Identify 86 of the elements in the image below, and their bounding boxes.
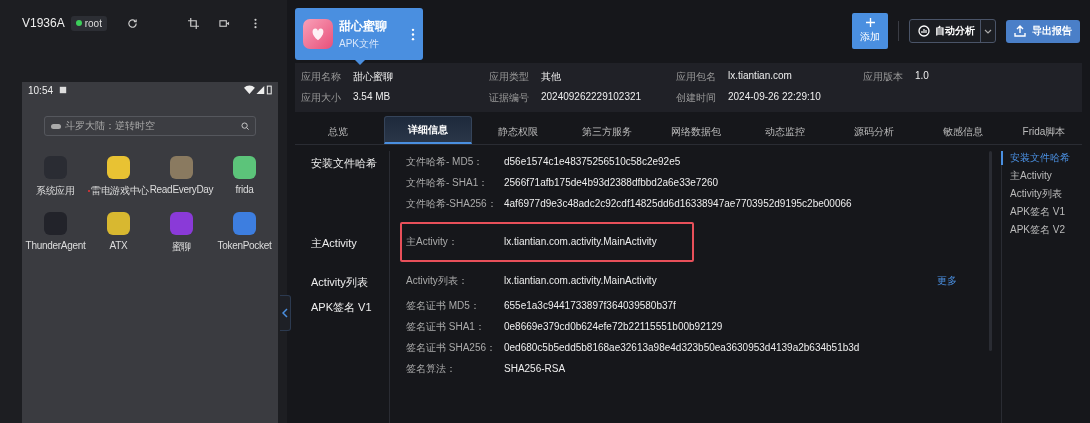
app-type: APK文件 — [339, 36, 380, 51]
app-icon[interactable] — [233, 156, 256, 179]
caret-icon — [984, 28, 992, 34]
app-logo-icon — [303, 19, 333, 49]
upload-icon — [1014, 25, 1026, 37]
app-label: ATX — [109, 240, 128, 251]
app-label: 雷电游戏中心 — [87, 184, 150, 198]
app-name: 甜心蜜聊 — [339, 17, 388, 35]
status-icons-drawing — [244, 85, 272, 95]
row-value: 4af6977d9e3c48adc2c92cdf14825dd6d16338947ae7703952d9195c2be00066 — [504, 198, 852, 210]
tab[interactable]: 源码分析 — [831, 119, 917, 144]
field-value: 3.54 MB — [353, 91, 391, 104]
row-label: 签名证书 SHA1： — [406, 321, 486, 333]
field-label: 应用版本 — [863, 70, 904, 84]
tab[interactable]: 动态监控 — [742, 119, 828, 144]
tab[interactable]: 网络数据包 — [653, 119, 739, 144]
field-value: 其他 — [541, 70, 561, 84]
root-badge: root — [70, 15, 107, 31]
section-title: Activity列表 — [310, 275, 369, 290]
export-report-button[interactable]: 导出报告 — [1006, 19, 1080, 43]
section-title: 安装文件哈希 — [310, 156, 378, 171]
row-label: 签名证书 MD5： — [406, 300, 481, 312]
app-label: 系统应用 — [36, 184, 75, 198]
row-value: lx.tiantian.com.activity.MainActivity — [504, 275, 657, 287]
refresh-icon[interactable] — [126, 17, 138, 29]
device-name: V1936A — [22, 16, 65, 30]
anchor-link[interactable]: Activity列表 — [1010, 187, 1082, 201]
app-label: frida — [235, 184, 254, 195]
anchor-link[interactable]: 主Activity — [1010, 169, 1082, 183]
auto-analyze-button[interactable]: 自动分析 — [909, 19, 996, 43]
tab[interactable]: 总览 — [295, 119, 381, 144]
anchor-link[interactable]: APK签名 V1 — [1010, 205, 1082, 219]
chevron-left-icon — [282, 308, 288, 318]
row-label: 签名算法： — [406, 363, 457, 375]
row-label: 签名证书 SHA256： — [406, 342, 498, 354]
tab[interactable]: 敏感信息 — [920, 119, 1006, 144]
tab[interactable]: Frida脚本 — [1009, 119, 1079, 144]
field-value: lx.tiantian.com — [728, 70, 792, 83]
tab[interactable]: 详细信息 — [384, 116, 472, 144]
anchor-link[interactable]: APK签名 V2 — [1010, 223, 1082, 237]
notification-icon — [59, 86, 68, 94]
search-field[interactable]: 斗罗大陆：逆转时空 — [44, 116, 256, 136]
app-icon[interactable] — [170, 156, 193, 179]
more-link[interactable]: 更多 — [937, 275, 957, 287]
app-icon[interactable] — [107, 212, 130, 235]
row-value: 2566f71afb175de4b93d2388dfbbd2a6e33e7260 — [504, 177, 719, 189]
collapse-button[interactable] — [280, 295, 291, 331]
row-label: 文件哈希-SHA256： — [406, 198, 498, 210]
field-value: 1.0 — [915, 70, 929, 83]
video-camera-icon[interactable] — [219, 17, 230, 29]
plus-icon — [865, 18, 875, 27]
tab[interactable]: 第三方服务 — [564, 119, 650, 144]
chart-icon — [918, 25, 930, 37]
section-title: APK签名 V1 — [310, 300, 373, 315]
field-value: 2024-09-26 22:29:10 — [728, 91, 821, 104]
row-value: 655e1a3c9441733897f364039580b37f — [504, 300, 676, 312]
anchor-link[interactable]: 安装文件哈希 — [1001, 151, 1082, 165]
field-label: 应用名称 — [301, 70, 342, 84]
row-value: lx.tiantian.com.activity.MainActivity — [504, 236, 657, 248]
row-value: d56e1574c1e48375256510c58c2e92e5 — [504, 156, 681, 168]
clock: 10:54 — [28, 84, 54, 96]
row-value: 0e8669e379cd0b624efe72b22115551b00b92129 — [504, 321, 723, 333]
field-value: 202409262229102321 — [541, 91, 642, 104]
section-title: 主Activity — [310, 236, 358, 251]
field-label: 应用包名 — [676, 70, 717, 84]
app-label: TokenPocket — [217, 240, 272, 251]
app-label: ReadEveryDay — [149, 184, 214, 195]
tab[interactable]: 静态权限 — [475, 119, 561, 144]
field-label: 证据编号 — [489, 91, 530, 105]
gamepad-icon — [51, 122, 61, 130]
app-label: 蜜聊 — [171, 240, 192, 254]
app-icon[interactable] — [233, 212, 256, 235]
field-label: 应用类型 — [489, 70, 530, 84]
row-label: Activity列表： — [406, 275, 469, 287]
row-label: 主Activity： — [406, 236, 459, 248]
field-value: 甜心蜜聊 — [353, 70, 393, 84]
crop-icon[interactable] — [188, 17, 199, 29]
row-label: 文件哈希- MD5： — [406, 156, 485, 168]
row-value: 0ed680c5b5edd5b8168ae32613a98e4d323b50ea3630953d4139a2b634b51b3d — [504, 342, 860, 354]
app-label: ThunderAgent — [25, 240, 86, 251]
field-label: 应用大小 — [301, 91, 342, 105]
row-label: 文件哈希- SHA1： — [406, 177, 490, 189]
row-value: SHA256-RSA — [504, 363, 566, 375]
search-icon — [241, 122, 249, 130]
field-label: 创建时间 — [676, 91, 717, 105]
app-icon[interactable] — [107, 156, 130, 179]
